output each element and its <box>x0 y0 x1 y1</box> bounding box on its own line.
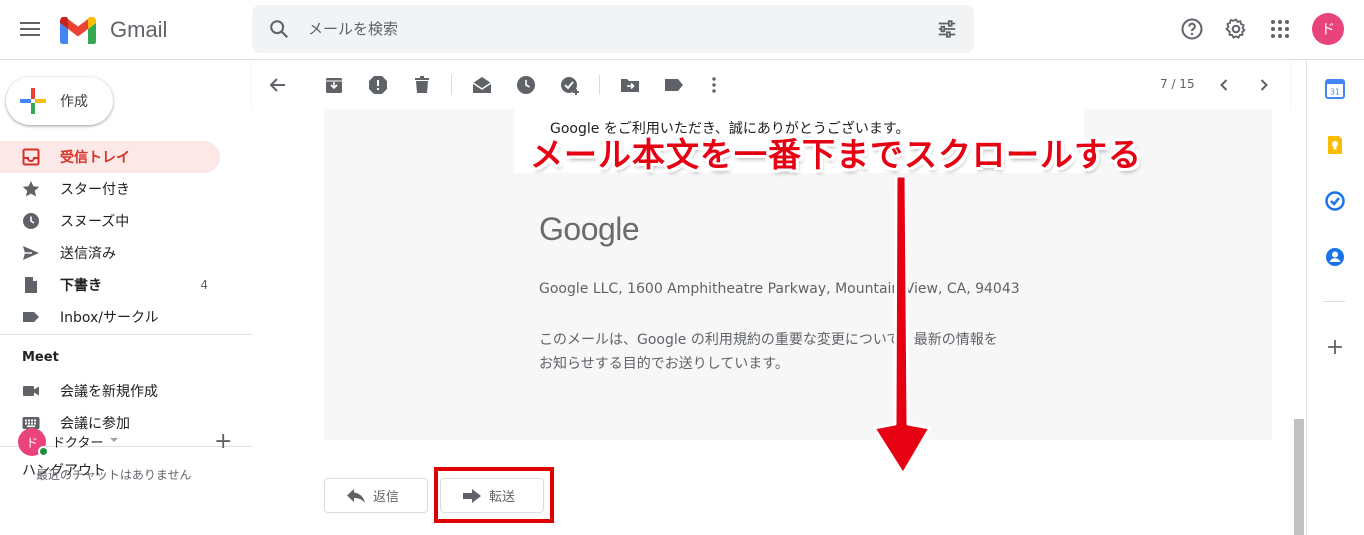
no-recent-chats-text: 最近のチャットはありません <box>36 468 192 482</box>
move-to-folder-icon[interactable] <box>620 75 640 95</box>
settings-gear-icon[interactable] <box>1224 17 1248 41</box>
email-notice-line: このメールは、Google の利用規約の重要な変更について、最新の情報を <box>539 332 998 348</box>
compose-label: 作成 <box>60 94 88 110</box>
mark-unread-icon[interactable] <box>472 75 492 95</box>
scrollbar-thumb[interactable] <box>1294 419 1304 535</box>
search-input[interactable] <box>308 17 908 41</box>
reply-label: 返信 <box>373 490 400 505</box>
more-vertical-icon[interactable] <box>704 75 724 95</box>
add-chat-icon[interactable]: + <box>214 428 232 456</box>
pagination-count: 7 / 15 <box>1160 77 1195 91</box>
left-sidebar: 作成 受信トレイ スター付き スヌーズ中 送信済み 下書き 4 Inbox/サー… <box>0 61 252 535</box>
sidebar-item-label: 送信済み <box>60 246 116 262</box>
sidebar-item-label: 下書き <box>60 278 102 294</box>
forward-highlight-frame <box>434 467 554 523</box>
sidebar-item-snoozed[interactable]: スヌーズ中 <box>0 205 220 237</box>
google-address: Google LLC, 1600 Amphitheatre Parkway, M… <box>539 281 1020 297</box>
sidebar-item-label: Inbox/サークル <box>60 310 159 326</box>
sidebar-item-inbox-circle[interactable]: Inbox/サークル <box>0 301 220 333</box>
tasks-icon[interactable] <box>1325 191 1345 211</box>
send-icon <box>23 246 39 260</box>
gmail-wordmark: Gmail <box>110 17 168 42</box>
sidebar-divider <box>0 334 252 335</box>
sidebar-item-label: スター付き <box>60 182 130 198</box>
email-notice: このメールは、Google の利用規約の重要な変更について、最新の情報を お知ら… <box>539 328 1099 376</box>
delete-trash-icon[interactable] <box>412 75 432 95</box>
google-logo: Google <box>539 211 640 247</box>
reply-arrow-icon <box>347 488 365 503</box>
search-bar[interactable] <box>252 5 974 53</box>
sidebar-item-drafts[interactable]: 下書き 4 <box>0 269 220 301</box>
sidebar-item-label: 受信トレイ <box>60 150 130 166</box>
sidebar-item-inbox[interactable]: 受信トレイ <box>0 141 220 173</box>
account-avatar[interactable]: ド <box>1312 13 1344 45</box>
sidebar-item-new-meeting[interactable]: 会議を新規作成 <box>0 375 220 407</box>
down-arrow-icon <box>872 176 932 476</box>
right-side-panel: 31 <box>1306 61 1364 535</box>
keep-notes-icon[interactable] <box>1325 135 1345 155</box>
gmail-logo[interactable]: Gmail <box>60 14 167 46</box>
previous-chevron-icon[interactable] <box>1214 75 1234 95</box>
compose-button[interactable]: 作成 <box>6 77 113 125</box>
meet-section-title: Meet <box>22 350 59 365</box>
inbox-icon <box>22 148 40 166</box>
apps-grid-icon[interactable] <box>1268 17 1292 41</box>
label-icon <box>23 312 39 322</box>
reply-button[interactable]: 返信 <box>324 478 428 513</box>
next-chevron-icon[interactable] <box>1254 75 1274 95</box>
hangouts-user-name: ドクター <box>52 436 104 451</box>
toolbar-separator <box>599 75 600 95</box>
hangouts-user[interactable]: ド ドクター + <box>18 428 248 458</box>
scroll-instruction-annotation: メール本文を一番下までスクロールする <box>530 135 1142 174</box>
archive-icon[interactable] <box>324 75 344 95</box>
sidebar-item-label: 会議を新規作成 <box>60 384 158 400</box>
draft-icon <box>25 277 37 293</box>
message-toolbar: 7 / 15 <box>252 61 1290 109</box>
report-spam-icon[interactable] <box>368 75 388 95</box>
contacts-icon[interactable] <box>1325 247 1345 267</box>
app-header: Gmail ド <box>0 0 1364 60</box>
search-icon[interactable] <box>268 18 290 40</box>
add-to-tasks-icon[interactable] <box>560 75 580 95</box>
sidebar-item-label: スヌーズ中 <box>60 214 130 230</box>
snooze-clock-icon[interactable] <box>516 75 536 95</box>
sidebar-item-sent[interactable]: 送信済み <box>0 237 220 269</box>
online-status-dot <box>38 446 49 457</box>
add-addon-plus-icon[interactable] <box>1325 337 1345 357</box>
gmail-m-icon <box>60 16 96 44</box>
help-icon[interactable] <box>1180 17 1204 41</box>
video-icon <box>23 386 39 396</box>
label-tag-icon[interactable] <box>664 75 684 95</box>
chevron-down-icon[interactable] <box>110 438 118 442</box>
search-options-icon[interactable] <box>936 18 958 40</box>
calendar-icon[interactable]: 31 <box>1325 79 1345 99</box>
email-notice-line: お知らせする目的でお送りしています。 <box>539 356 789 372</box>
clock-icon <box>23 213 39 229</box>
compose-plus-icon <box>20 88 46 114</box>
content-scrollbar[interactable] <box>1292 109 1306 535</box>
side-panel-divider <box>1323 301 1345 302</box>
main-menu-icon[interactable] <box>18 18 46 42</box>
star-icon <box>22 181 40 197</box>
toolbar-separator <box>451 75 452 95</box>
back-arrow-icon[interactable] <box>268 75 288 95</box>
draft-count: 4 <box>200 278 208 292</box>
sidebar-item-starred[interactable]: スター付き <box>0 173 220 205</box>
svg-text:31: 31 <box>1330 88 1340 97</box>
